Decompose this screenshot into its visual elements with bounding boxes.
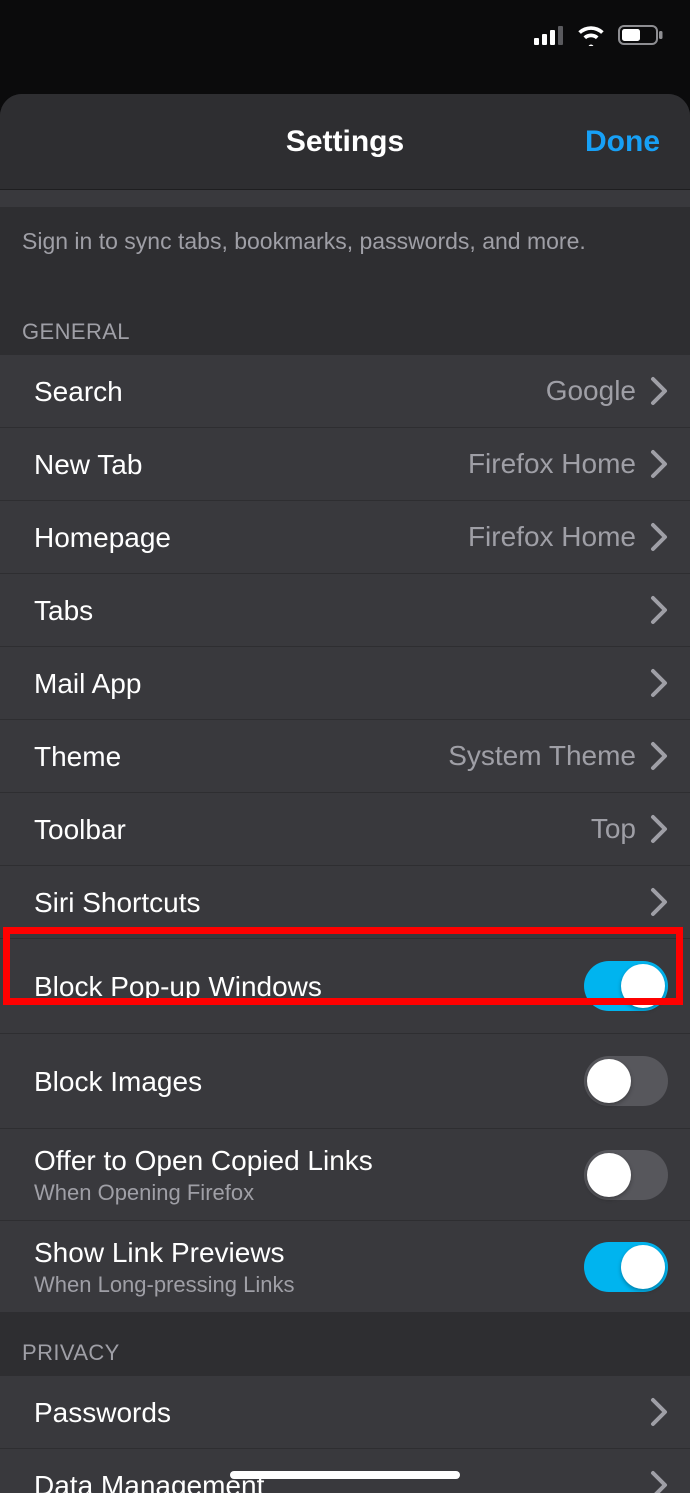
label-mail-app: Mail App: [34, 666, 650, 701]
chevron-right-icon: [650, 668, 668, 698]
value-homepage: Firefox Home: [468, 521, 636, 553]
label-siri-shortcuts: Siri Shortcuts: [34, 885, 650, 920]
row-block-images[interactable]: Block Images: [0, 1034, 690, 1129]
label-homepage: Homepage: [34, 520, 468, 555]
sync-signin-note: Sign in to sync tabs, bookmarks, passwor…: [0, 208, 690, 263]
value-toolbar: Top: [591, 813, 636, 845]
sublabel-show-link-previews: When Long-pressing Links: [34, 1272, 584, 1298]
group-general: Search Google New Tab Firefox Home Homep…: [0, 355, 690, 1312]
sublabel-offer-copied-links: When Opening Firefox: [34, 1180, 584, 1206]
row-tabs[interactable]: Tabs: [0, 574, 690, 647]
toggle-offer-copied-links[interactable]: [584, 1150, 668, 1200]
value-new-tab: Firefox Home: [468, 448, 636, 480]
status-bar: [0, 0, 690, 70]
label-theme: Theme: [34, 739, 448, 774]
row-block-popups[interactable]: Block Pop-up Windows: [0, 939, 690, 1034]
done-button[interactable]: Done: [585, 125, 660, 159]
label-block-images: Block Images: [34, 1064, 584, 1099]
chevron-right-icon: [650, 522, 668, 552]
row-homepage[interactable]: Homepage Firefox Home: [0, 501, 690, 574]
chevron-right-icon: [650, 814, 668, 844]
chevron-right-icon: [650, 449, 668, 479]
home-indicator: [230, 1471, 460, 1479]
settings-sheet: Settings Done Sign in to sync tabs, book…: [0, 94, 690, 1493]
cellular-signal-icon: [534, 25, 564, 45]
section-header-general: GENERAL: [0, 263, 690, 355]
value-search: Google: [546, 375, 636, 407]
label-offer-copied-links: Offer to Open Copied Links: [34, 1143, 584, 1178]
row-search[interactable]: Search Google: [0, 355, 690, 428]
toggle-block-images[interactable]: [584, 1056, 668, 1106]
row-mail-app[interactable]: Mail App: [0, 647, 690, 720]
chevron-right-icon: [650, 1397, 668, 1427]
section-header-privacy: PRIVACY: [0, 1312, 690, 1376]
nav-bar: Settings Done: [0, 94, 690, 190]
row-new-tab[interactable]: New Tab Firefox Home: [0, 428, 690, 501]
label-new-tab: New Tab: [34, 447, 468, 482]
battery-icon: [618, 24, 664, 46]
toggle-show-link-previews[interactable]: [584, 1242, 668, 1292]
label-search: Search: [34, 374, 546, 409]
wifi-icon: [576, 24, 606, 46]
chevron-right-icon: [650, 887, 668, 917]
row-passwords[interactable]: Passwords: [0, 1376, 690, 1449]
chevron-right-icon: [650, 376, 668, 406]
label-show-link-previews: Show Link Previews: [34, 1235, 584, 1270]
row-siri-shortcuts[interactable]: Siri Shortcuts: [0, 866, 690, 939]
label-toolbar: Toolbar: [34, 812, 591, 847]
row-offer-copied-links[interactable]: Offer to Open Copied Links When Opening …: [0, 1129, 690, 1221]
chevron-right-icon: [650, 595, 668, 625]
row-toolbar[interactable]: Toolbar Top: [0, 793, 690, 866]
toggle-block-popups[interactable]: [584, 961, 668, 1011]
page-title: Settings: [286, 125, 404, 159]
label-tabs: Tabs: [34, 593, 650, 628]
row-show-link-previews[interactable]: Show Link Previews When Long-pressing Li…: [0, 1221, 690, 1312]
row-theme[interactable]: Theme System Theme: [0, 720, 690, 793]
chevron-right-icon: [650, 1470, 668, 1493]
label-passwords: Passwords: [34, 1395, 650, 1430]
chevron-right-icon: [650, 741, 668, 771]
value-theme: System Theme: [448, 740, 636, 772]
label-block-popups: Block Pop-up Windows: [34, 969, 584, 1004]
